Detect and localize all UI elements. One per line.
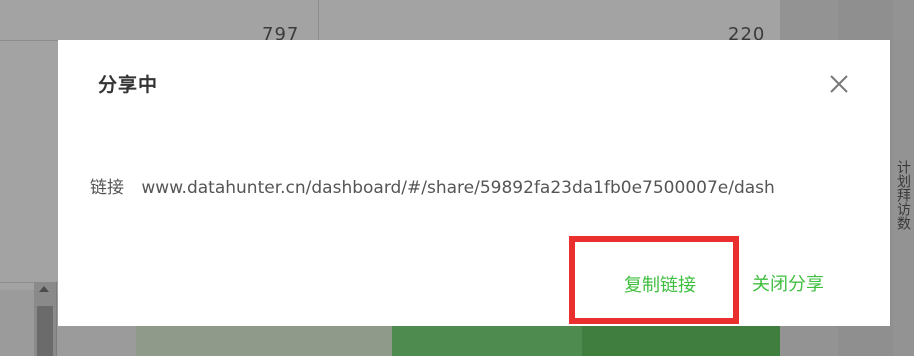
scrollbar-thumb[interactable]: [37, 306, 53, 356]
share-link-row: 链接 www.datahunter.cn/dashboard/#/share/5…: [90, 173, 775, 198]
background-cell-green: [582, 326, 780, 356]
dialog-title: 分享中: [98, 74, 159, 96]
link-label: 链接: [90, 178, 124, 198]
close-share-button[interactable]: 关闭分享: [752, 270, 824, 296]
share-link-url[interactable]: www.datahunter.cn/dashboard/#/share/5989…: [141, 178, 774, 198]
background-cell: [136, 326, 392, 356]
background-cell-green: [392, 326, 582, 356]
table-col-divider: [318, 0, 319, 40]
copy-link-label[interactable]: 复制链接: [624, 271, 696, 297]
copy-link-button[interactable]: 复制链接: [569, 236, 739, 324]
share-dialog: 分享中 链接 www.datahunter.cn/dashboard/#/sha…: [58, 40, 890, 326]
side-column-header: 计划拜访数: [895, 160, 911, 230]
scroll-up-arrow-icon[interactable]: [39, 286, 49, 292]
close-icon[interactable]: [828, 73, 850, 95]
close-icon-graphic: [830, 75, 848, 93]
